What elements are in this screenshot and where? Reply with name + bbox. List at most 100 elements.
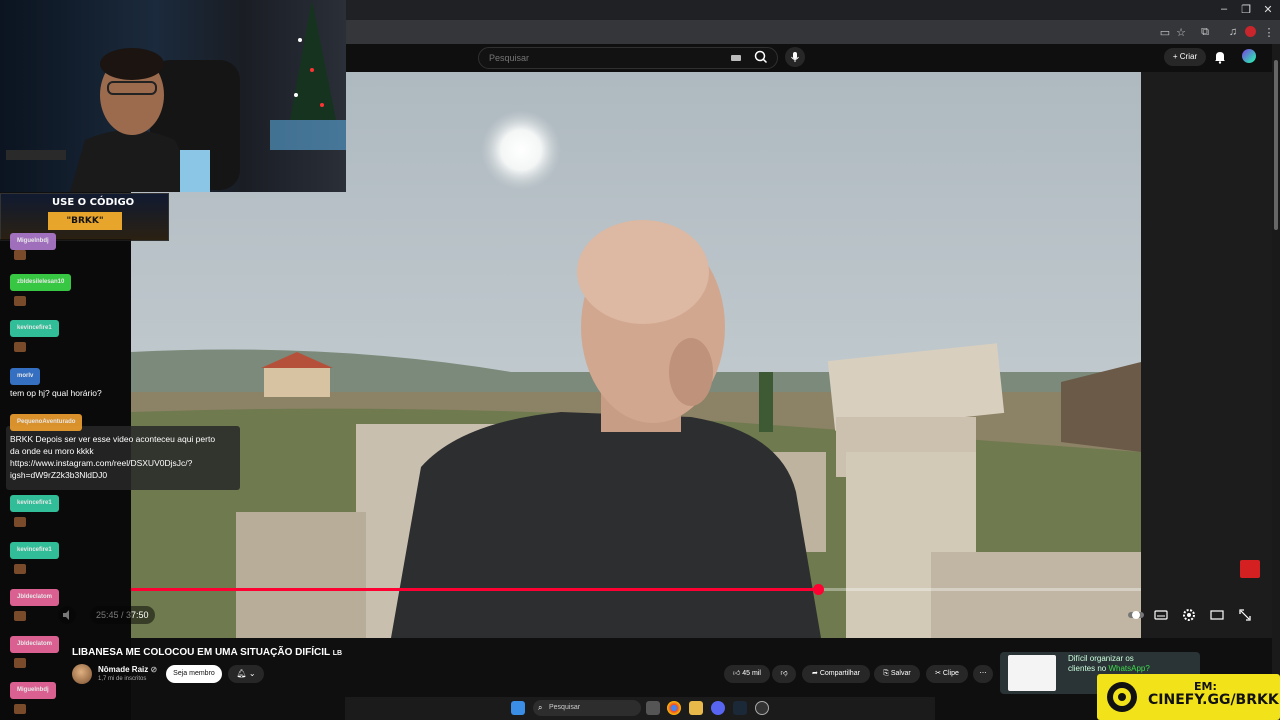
- title-flag: LB: [332, 650, 343, 657]
- chat-username: kevincefire1: [10, 320, 59, 337]
- cast-icon[interactable]: ▭: [1158, 26, 1172, 39]
- bell-icon: [1215, 52, 1225, 64]
- thumbs-up-icon: 👍︎: [733, 670, 743, 677]
- thumbs-down-icon: 👎︎: [780, 670, 788, 677]
- chat-badge-icon: [14, 342, 26, 352]
- progress-bar-fill: [131, 588, 818, 591]
- chat-message-line: da onde eu moro kkkk: [10, 446, 94, 456]
- video-title: LIBANESA ME COLOCOU EM UMA SITUAÇÃO DIFÍ…: [72, 647, 342, 658]
- subscription-bell-button[interactable]: 🔔︎ ⌄: [228, 665, 264, 683]
- ad-line-1: Difícil organizar os: [1068, 654, 1134, 663]
- bell-icon: 🔔︎: [236, 669, 247, 678]
- chat-username: Jbldeclatom: [10, 636, 60, 653]
- progress-scrubber[interactable]: [813, 584, 824, 595]
- save-label: Salvar: [890, 670, 911, 677]
- autoplay-toggle[interactable]: [1127, 606, 1145, 624]
- channel-avatar[interactable]: [72, 664, 92, 684]
- scissors-icon: ✂: [935, 670, 943, 677]
- more-actions-button[interactable]: ⋯: [973, 665, 993, 683]
- cinefy-logo-icon: [1107, 682, 1137, 712]
- subtitles-button[interactable]: [1152, 606, 1170, 624]
- steam-icon[interactable]: [733, 701, 747, 715]
- browser-menu-icon[interactable]: ⋮: [1262, 26, 1276, 39]
- search-icon: ⌕: [538, 703, 543, 712]
- ad-line-2: clientes no: [1068, 664, 1109, 673]
- search-input[interactable]: [489, 48, 719, 68]
- task-view-icon[interactable]: [646, 701, 660, 715]
- like-count: 45 mil: [742, 670, 761, 677]
- chat-username: morlv: [10, 368, 41, 385]
- chat-message-line: https://www.instagram.com/reel/DSXUV0Djs…: [10, 458, 193, 468]
- ad-thumbnail[interactable]: [1008, 655, 1056, 691]
- start-icon[interactable]: [511, 701, 525, 715]
- webcam-image: [6, 0, 346, 192]
- channel-watermark-icon[interactable]: [1240, 560, 1260, 578]
- create-label: Criar: [1179, 52, 1198, 61]
- theater-mode-button[interactable]: [1208, 606, 1226, 624]
- like-button[interactable]: 👍︎ 45 mil: [724, 665, 770, 683]
- chat-badge-icon: [14, 611, 26, 621]
- chat-badge-icon: [14, 296, 26, 306]
- chat-username: zbldesilelesan10: [10, 274, 72, 291]
- bookmark-star-icon[interactable]: ☆: [1174, 26, 1188, 39]
- chat-username: PequenoAventurado: [10, 414, 83, 431]
- chat-badge-icon: [14, 658, 26, 668]
- channel-name-text: Nômade Raiz: [98, 665, 149, 674]
- chat-message-line: igsh=dW9rZ2k3b3NldDJ0: [10, 470, 108, 480]
- minimize-icon[interactable]: –: [1216, 3, 1232, 15]
- search-icon: [754, 50, 768, 64]
- file-explorer-icon[interactable]: [689, 701, 703, 715]
- ad-text[interactable]: Difícil organizar os clientes no WhatsApp…: [1068, 654, 1168, 674]
- clip-button[interactable]: ✂ Clipe: [926, 665, 968, 683]
- video-title-text: LIBANESA ME COLOCOU EM UMA SITUAÇÃO DIFÍ…: [72, 647, 330, 658]
- channel-name[interactable]: Nômade Raiz ⊘: [98, 665, 157, 674]
- extensions-icon[interactable]: ⧉: [1198, 26, 1212, 39]
- create-button[interactable]: + Criar: [1164, 48, 1206, 66]
- share-icon: ➦: [812, 670, 820, 677]
- taskbar-search-label: Pesquisar: [549, 704, 581, 711]
- secondary-column: [1141, 72, 1272, 638]
- voice-search-button[interactable]: [785, 47, 805, 67]
- share-button[interactable]: ➦ Compartilhar: [802, 665, 870, 683]
- bookmark-icon: ⎘: [883, 670, 891, 677]
- fullscreen-icon: [1239, 609, 1251, 621]
- fullscreen-button[interactable]: [1236, 606, 1254, 624]
- media-controls-icon[interactable]: ♫: [1226, 26, 1240, 38]
- search-button[interactable]: [748, 47, 776, 67]
- close-icon[interactable]: ✕: [1260, 3, 1276, 16]
- chat-username: Miguelnbdj: [10, 682, 56, 699]
- restore-icon[interactable]: ❐: [1238, 3, 1254, 16]
- account-avatar[interactable]: [1242, 49, 1256, 63]
- join-button[interactable]: Seja membro: [166, 665, 222, 683]
- save-button[interactable]: ⎘ Salvar: [874, 665, 920, 683]
- clip-label: Clipe: [942, 670, 959, 677]
- chat-badge-icon: [14, 250, 26, 260]
- scrollbar-thumb[interactable]: [1274, 60, 1278, 230]
- settings-button[interactable]: [1180, 606, 1198, 624]
- plus-icon: +: [1172, 52, 1180, 61]
- theater-icon: [1210, 610, 1224, 620]
- verified-icon: ⊘: [150, 665, 158, 674]
- chat-username: kevincefire1: [10, 542, 59, 559]
- share-label: Compartilhar: [819, 670, 860, 677]
- discord-icon[interactable]: [711, 701, 725, 715]
- chat-badge-icon: [14, 564, 26, 574]
- dislike-button[interactable]: 👎︎: [772, 665, 796, 683]
- keyboard-icon[interactable]: [731, 55, 741, 61]
- gear-icon: [1183, 609, 1195, 621]
- notifications-button[interactable]: [1212, 49, 1228, 65]
- chat-username: kevincefire1: [10, 495, 59, 512]
- search-box[interactable]: [478, 47, 778, 69]
- subscriber-count: 1,7 mi de inscritos: [98, 676, 147, 682]
- autoplay-icon: [1128, 611, 1144, 619]
- streamer-webcam: [0, 0, 346, 192]
- taskbar-search[interactable]: ⌕ Pesquisar: [533, 700, 641, 716]
- promo-code-value: "BRKK": [48, 212, 122, 230]
- microphone-icon: [791, 52, 799, 62]
- obs-icon[interactable]: [755, 701, 769, 715]
- chat-badge-icon: [14, 704, 26, 714]
- chrome-icon[interactable]: [667, 701, 681, 715]
- more-icon: ⋯: [979, 670, 987, 677]
- profile-icon[interactable]: [1245, 26, 1256, 37]
- subtitles-icon: [1154, 610, 1168, 620]
